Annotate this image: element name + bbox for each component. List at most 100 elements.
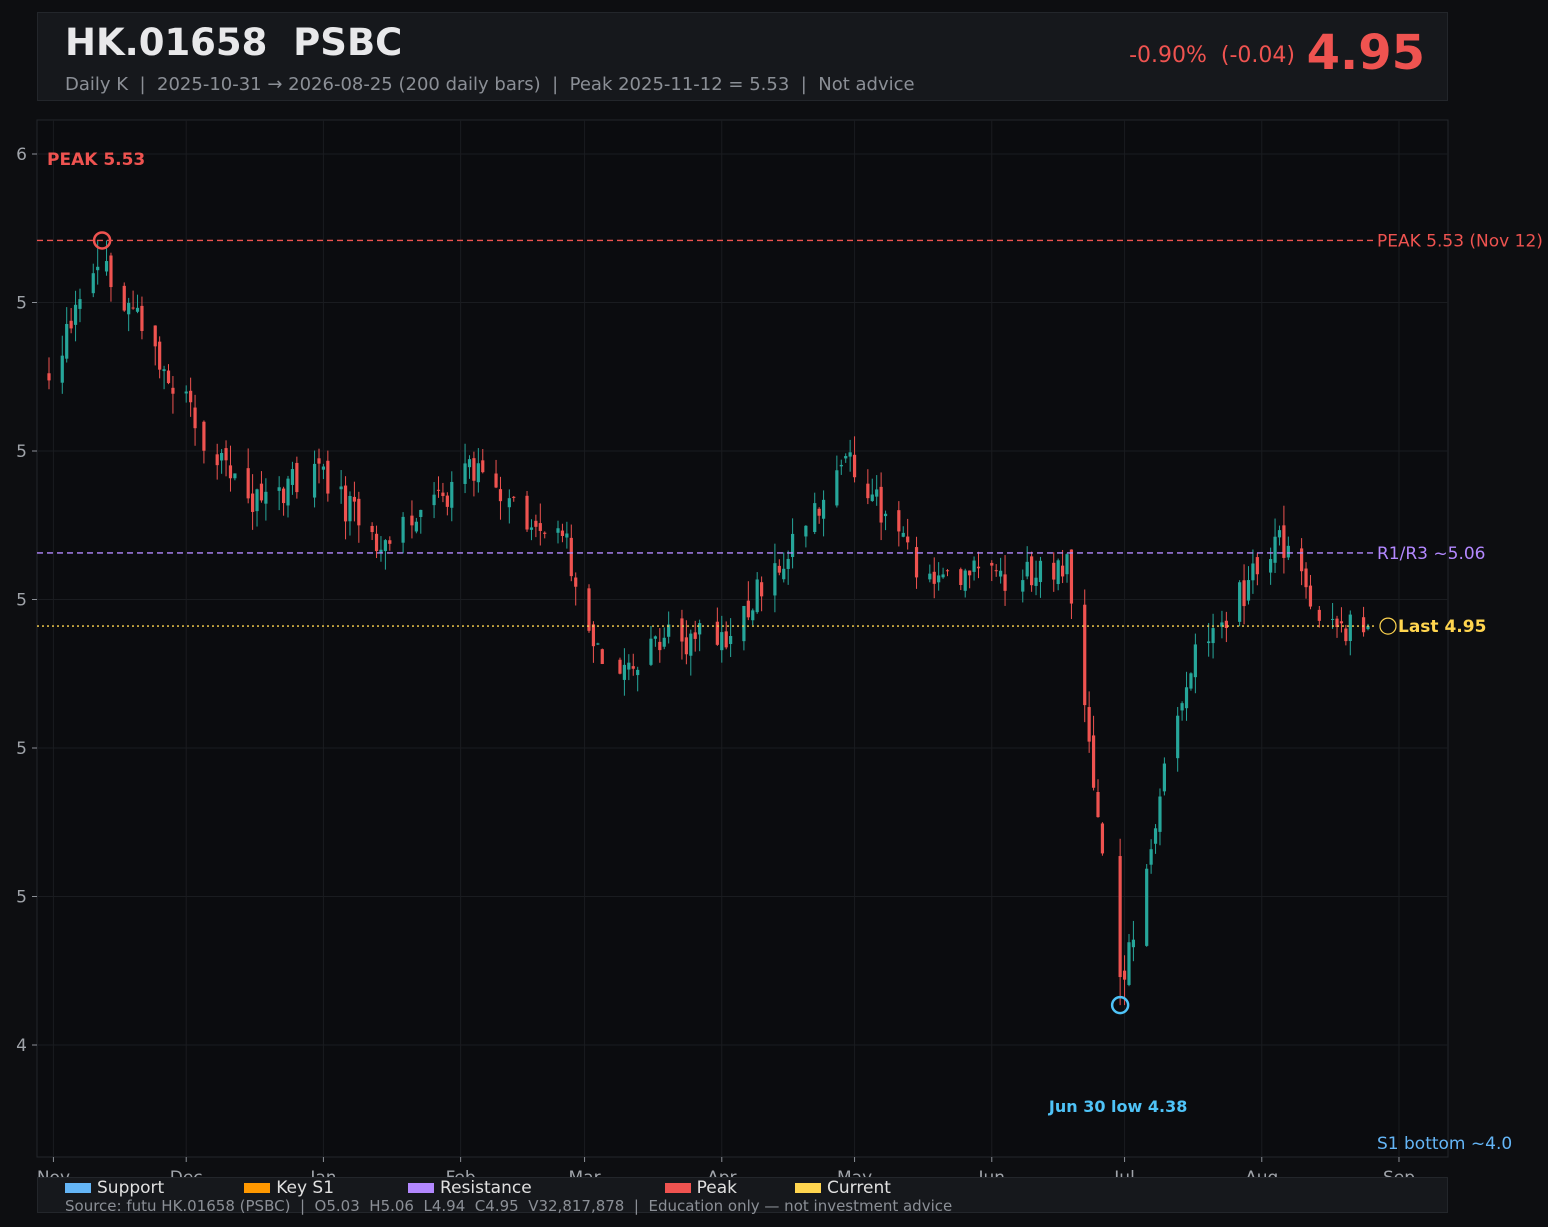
candle-body	[228, 465, 233, 479]
candle-body	[1211, 628, 1215, 644]
candle-body	[565, 533, 569, 538]
candle-body	[574, 577, 578, 587]
candle-body	[401, 516, 405, 543]
candle-body	[450, 481, 454, 508]
candle-body	[467, 459, 472, 468]
y-tick-label: 5	[16, 442, 27, 462]
candle-body	[47, 373, 51, 381]
y-tick-label: 5	[16, 591, 27, 611]
candle-body	[1180, 703, 1184, 711]
candle-body	[839, 464, 843, 467]
legend-swatch	[664, 1183, 691, 1193]
candle-body	[158, 341, 162, 370]
candle-body	[866, 483, 870, 499]
legend-item-current: Current	[795, 1178, 891, 1198]
candle-body	[906, 536, 910, 543]
candle-body	[883, 513, 888, 517]
candle-body	[348, 495, 352, 522]
legend-label: Peak	[696, 1178, 738, 1198]
candle-body	[220, 452, 224, 461]
candle-body	[680, 618, 684, 642]
candle-body	[96, 266, 100, 271]
candle-body	[1269, 559, 1273, 573]
candle-body	[1348, 614, 1352, 642]
candle-body	[498, 489, 503, 502]
candle-body	[140, 305, 144, 332]
candle-body	[901, 532, 905, 537]
candle-body	[189, 390, 193, 403]
candle-body	[472, 458, 476, 481]
candle-body	[529, 527, 534, 530]
candle-body	[1184, 687, 1189, 709]
candle-body	[627, 662, 631, 670]
candle-body	[560, 530, 565, 536]
candle-body	[60, 355, 64, 383]
candle-body	[1030, 556, 1034, 586]
candle-body	[1339, 621, 1344, 624]
candle-body	[343, 485, 348, 522]
candle-body	[1069, 549, 1074, 604]
candle-body	[65, 323, 69, 359]
legend-label: Current	[827, 1178, 891, 1198]
legend-label: Key S1	[276, 1178, 335, 1198]
candle-body	[875, 489, 879, 497]
candle-body	[649, 638, 653, 665]
candle-body	[1193, 644, 1197, 678]
candle-body	[109, 255, 113, 288]
candle-body	[432, 494, 436, 506]
legend-item-resistance: Resistance	[408, 1178, 532, 1198]
chart-footer: Support Key S1 Resistance Peak Current Sourc…	[37, 1177, 1448, 1215]
candle-body	[689, 633, 693, 656]
candle-body	[1189, 673, 1193, 689]
candle-body	[897, 510, 901, 532]
candle-body	[1330, 618, 1335, 620]
candle-body	[388, 540, 392, 544]
candle-body	[631, 666, 635, 669]
candle-body	[290, 469, 295, 485]
candle-body	[786, 558, 790, 569]
candle-body	[91, 273, 95, 294]
candlestick-chart: 6555554NovDecJanFebMarAprMayJunJulAugSep…	[16, 119, 1543, 1188]
candle-body	[591, 624, 596, 647]
candle-body	[755, 579, 759, 613]
candle	[525, 490, 529, 532]
candle-body	[202, 421, 206, 451]
candle-body	[1308, 585, 1313, 607]
candle-body	[963, 570, 967, 591]
candle-body	[662, 637, 666, 647]
candle-body	[78, 299, 82, 309]
peak-label: PEAK 5.53 (Nov 12)	[1377, 231, 1543, 251]
candle-body	[264, 491, 268, 504]
candle-body	[1344, 628, 1348, 642]
candle	[618, 657, 622, 675]
candle-body	[153, 325, 157, 347]
candle-body	[1273, 536, 1277, 563]
candle-body	[69, 320, 73, 329]
candle-body	[999, 570, 1003, 577]
candle-body	[1286, 545, 1290, 558]
candle-body	[653, 636, 657, 639]
candle-body	[994, 570, 998, 572]
candle-body	[1361, 617, 1366, 633]
candle-body	[1034, 577, 1038, 586]
candle-body	[587, 588, 591, 631]
candle-body	[835, 470, 839, 506]
candle-body	[131, 307, 135, 309]
candle-body	[445, 495, 449, 507]
candle-body	[414, 521, 418, 532]
legend-item-key-s1: Key S1	[244, 1178, 334, 1198]
candle-body	[1131, 939, 1136, 948]
candle-body	[534, 520, 538, 527]
candle-body	[1025, 561, 1029, 577]
candle-body	[1038, 560, 1043, 583]
candle-body	[658, 641, 662, 651]
candle-body	[636, 669, 640, 676]
legend-item-support: Support	[65, 1178, 164, 1198]
candle-body	[684, 637, 688, 655]
candle-body	[1056, 560, 1060, 585]
candle-body	[383, 540, 387, 552]
candle-body	[1238, 582, 1242, 622]
candle-body	[852, 454, 857, 478]
candle-body	[1060, 565, 1065, 577]
candle-body	[507, 498, 511, 508]
